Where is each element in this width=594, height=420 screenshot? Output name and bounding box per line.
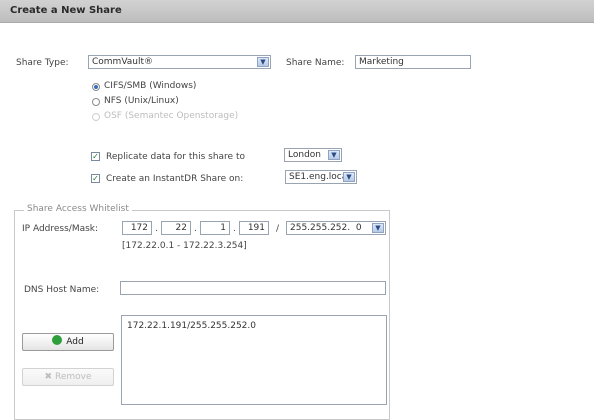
radio-nfs-label: NFS (Unix/Linux): [104, 96, 179, 106]
share-type-label: Share Type:: [16, 58, 69, 68]
radio-osf-label: OSF (Semantec Openstorage): [104, 111, 239, 121]
radio-osf: [92, 113, 100, 121]
replicate-label: Replicate data for this share to: [106, 152, 245, 162]
dns-host-label: DNS Host Name:: [24, 285, 100, 295]
subnet-mask-select[interactable]: 255.255.252. 0 ▼: [286, 221, 386, 235]
chevron-down-icon[interactable]: ▼: [372, 223, 384, 233]
x-icon: ✖: [44, 372, 52, 382]
remove-button-label: Remove: [55, 372, 92, 382]
instantdr-target-select[interactable]: SE1.eng.local ▼: [285, 170, 357, 184]
radio-nfs[interactable]: [92, 98, 100, 106]
ip-octet-3[interactable]: 1: [200, 221, 230, 235]
share-type-value: CommVault®: [92, 57, 154, 67]
share-name-value: Marketing: [359, 57, 404, 67]
ip-octet-4[interactable]: 191: [239, 221, 269, 235]
instantdr-target-value: SE1.eng.local: [289, 172, 350, 182]
radio-cifs[interactable]: [92, 83, 100, 91]
chevron-down-icon[interactable]: ▼: [257, 57, 269, 67]
add-button-label: Add: [66, 337, 84, 347]
replicate-target-select[interactable]: London ▼: [284, 148, 342, 162]
ip-dot: .: [233, 224, 236, 234]
replicate-checkbox[interactable]: ✓: [91, 152, 100, 161]
radio-cifs-label: CIFS/SMB (Windows): [104, 81, 197, 91]
dns-host-input[interactable]: [120, 281, 386, 295]
ip-address-label: IP Address/Mask:: [22, 224, 99, 234]
share-type-select[interactable]: CommVault® ▼: [88, 55, 271, 69]
whitelist-legend: Share Access Whitelist: [24, 204, 132, 214]
list-item[interactable]: 172.22.1.191/255.255.252.0: [127, 321, 256, 331]
share-name-input[interactable]: Marketing: [355, 55, 471, 69]
mask-separator: /: [276, 224, 280, 234]
share-name-label: Share Name:: [286, 58, 345, 68]
add-circle-icon: [52, 335, 63, 345]
ip-dot: .: [194, 224, 197, 234]
panel-title: Create a New Share: [10, 5, 122, 16]
ip-octet-1[interactable]: 172: [122, 221, 152, 235]
ip-dot: .: [155, 224, 158, 234]
remove-button: ✖ Remove: [22, 368, 114, 386]
instantdr-checkbox[interactable]: ✓: [91, 174, 100, 183]
chevron-down-icon[interactable]: ▼: [328, 150, 340, 160]
whitelist-entries-list[interactable]: 172.22.1.191/255.255.252.0: [121, 315, 387, 405]
chevron-down-icon[interactable]: ▼: [343, 172, 355, 182]
subnet-mask-value: 255.255.252. 0: [290, 223, 362, 233]
ip-octet-2[interactable]: 22: [161, 221, 191, 235]
add-button[interactable]: Add: [22, 333, 114, 351]
replicate-target-value: London: [288, 150, 321, 160]
ip-range-hint: [172.22.0.1 - 172.22.3.254]: [122, 241, 247, 251]
instantdr-label: Create an InstantDR Share on:: [106, 174, 244, 184]
panel-title-bar: Create a New Share: [0, 0, 594, 23]
